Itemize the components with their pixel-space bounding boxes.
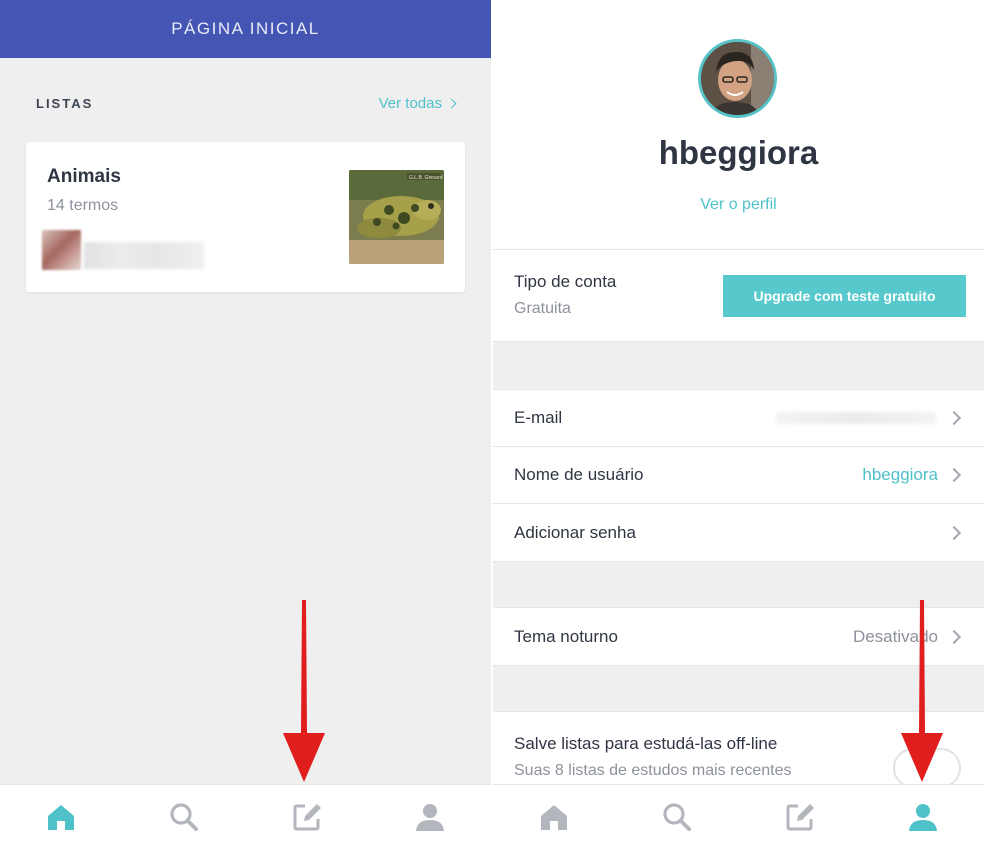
see-all-link[interactable]: Ver todas xyxy=(378,95,457,112)
settings-group: E-mail Nome de usuário hbeggiora Adicion… xyxy=(493,389,984,562)
search-icon xyxy=(170,802,199,831)
author-avatar-blurred xyxy=(42,230,81,270)
lists-section-header: LISTAS Ver todas xyxy=(36,95,457,112)
list-term-count: 14 termos xyxy=(47,197,119,214)
home-header: PÁGINA INICIAL xyxy=(0,0,491,58)
profile-icon xyxy=(415,803,444,831)
username-label: Nome de usuário xyxy=(514,465,644,484)
nav-search-button[interactable] xyxy=(154,787,214,847)
search-icon xyxy=(663,802,692,831)
nav-home-button[interactable] xyxy=(524,787,584,847)
edit-icon xyxy=(786,803,814,830)
bottom-nav-left xyxy=(0,784,491,848)
nav-create-button[interactable] xyxy=(770,787,830,847)
list-thumbnail-frog: G.L.B. Ginnard xyxy=(349,170,444,264)
profile-avatar xyxy=(698,39,777,118)
chevron-right-icon xyxy=(946,467,962,483)
profile-username: hbeggiora xyxy=(658,134,819,171)
night-theme-label: Tema noturno xyxy=(514,626,618,646)
email-value-blurred xyxy=(776,412,936,424)
email-row[interactable]: E-mail xyxy=(493,390,984,447)
offline-subtitle: Suas 8 listas de estudos mais recentes xyxy=(514,762,792,779)
red-arrow-annotation xyxy=(901,600,943,782)
right-screen-profile: hbeggiora Ver o perfil Tipo de conta Gra… xyxy=(493,0,984,848)
edit-icon xyxy=(293,803,321,830)
home-icon xyxy=(48,804,75,830)
section-title: LISTAS xyxy=(36,96,94,111)
frog-image: G.L.B. Ginnard xyxy=(349,170,444,264)
left-screen-home: PÁGINA INICIAL LISTAS Ver todas Animais … xyxy=(0,0,491,848)
profile-header: hbeggiora Ver o perfil xyxy=(493,0,984,250)
nav-create-button[interactable] xyxy=(277,787,337,847)
page-title: PÁGINA INICIAL xyxy=(171,19,320,38)
view-profile-link[interactable]: Ver o perfil xyxy=(493,196,984,214)
image-watermark: G.L.B. Ginnard xyxy=(409,175,443,181)
account-type-row: Tipo de conta Gratuita Upgrade com teste… xyxy=(493,249,984,342)
home-icon xyxy=(541,804,568,830)
profile-icon xyxy=(908,803,937,831)
author-name-blurred xyxy=(84,242,204,269)
chevron-right-icon xyxy=(446,98,457,109)
nav-profile-button[interactable] xyxy=(400,787,460,847)
list-title: Animais xyxy=(47,166,121,187)
bottom-nav-right xyxy=(493,784,984,848)
red-arrow-annotation xyxy=(283,600,325,782)
email-label: E-mail xyxy=(514,408,563,427)
nav-profile-button[interactable] xyxy=(893,787,953,847)
see-all-label: Ver todas xyxy=(378,95,442,112)
username-row[interactable]: Nome de usuário hbeggiora xyxy=(493,447,984,504)
upgrade-button[interactable]: Upgrade com teste gratuito xyxy=(723,275,966,317)
chevron-right-icon xyxy=(946,629,962,644)
avatar-photo xyxy=(701,42,774,115)
chevron-right-icon xyxy=(946,410,962,426)
username-value: hbeggiora xyxy=(862,465,938,484)
nav-search-button[interactable] xyxy=(647,787,707,847)
chevron-right-icon xyxy=(946,525,962,540)
nav-home-button[interactable] xyxy=(31,787,91,847)
study-list-card[interactable]: Animais 14 termos G.L.B. Ginnard xyxy=(26,142,465,292)
account-type-label: Tipo de conta xyxy=(514,272,617,291)
add-password-label: Adicionar senha xyxy=(514,522,636,542)
add-password-row[interactable]: Adicionar senha xyxy=(493,504,984,561)
offline-title: Salve listas para estudá-las off-line xyxy=(514,734,778,753)
account-type-value: Gratuita xyxy=(514,300,571,317)
